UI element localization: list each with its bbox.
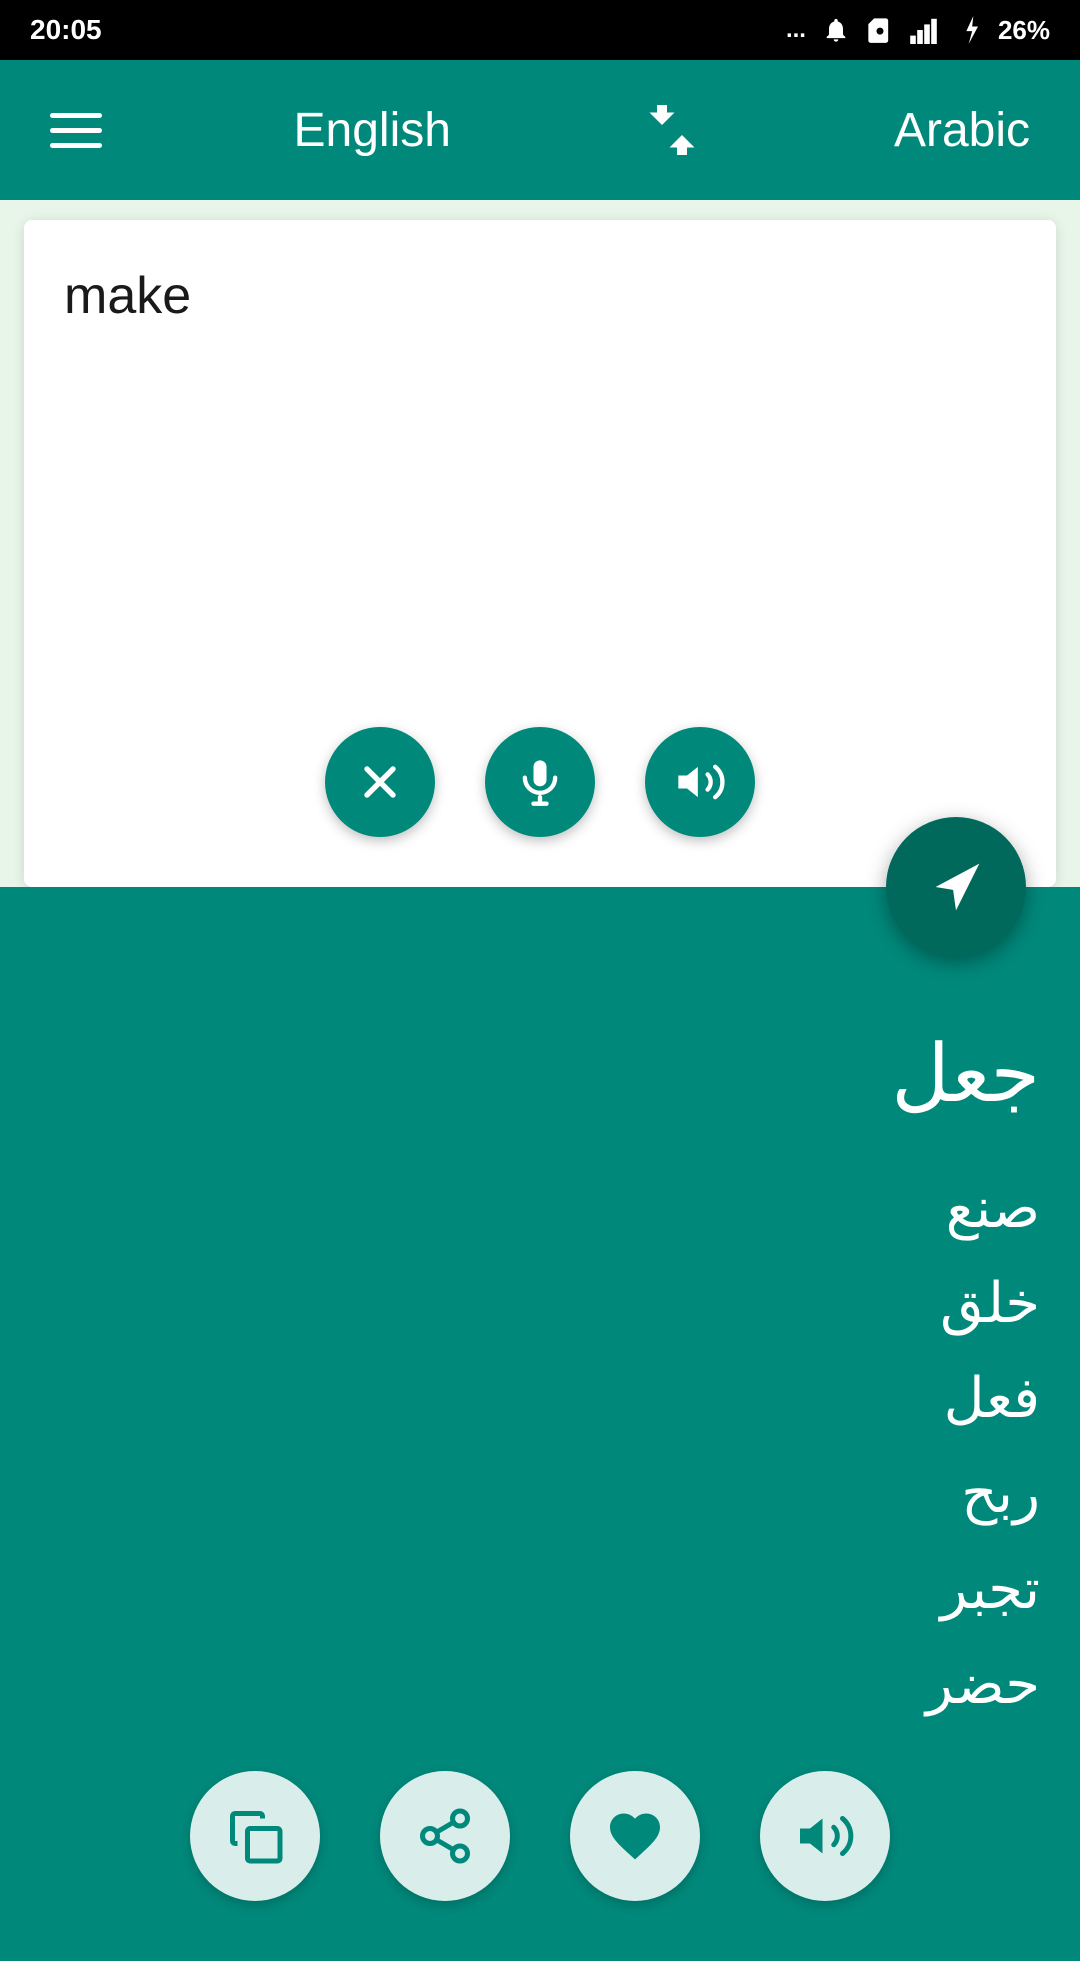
output-section: جعل صنعخلقفعلربحتجبرحضر	[0, 887, 1080, 1961]
microphone-button[interactable]	[485, 727, 595, 837]
output-actions	[40, 1731, 1040, 1961]
toolbar: English Arabic	[0, 60, 1080, 200]
target-language[interactable]: Arabic	[894, 103, 1030, 158]
alternative-translations: صنعخلقفعلربحتجبرحضر	[40, 1160, 1040, 1731]
output-speaker-icon	[795, 1806, 855, 1866]
charging-icon	[960, 16, 982, 44]
swap-languages-button[interactable]	[642, 100, 702, 160]
status-bar: 20:05 ... 26%	[0, 0, 1080, 60]
favorite-button[interactable]	[570, 1771, 700, 1901]
input-card: make	[24, 220, 1056, 887]
clear-button[interactable]	[325, 727, 435, 837]
translated-text: جعل صنعخلقفعلربحتجبرحضر	[40, 947, 1040, 1731]
source-speaker-button[interactable]	[645, 727, 755, 837]
send-icon	[921, 852, 991, 922]
heart-icon	[605, 1806, 665, 1866]
speaker-icon	[674, 756, 726, 808]
copy-icon	[225, 1806, 285, 1866]
clear-icon	[354, 756, 406, 808]
source-language[interactable]: English	[294, 103, 451, 158]
sim-icon	[866, 16, 894, 44]
primary-translation: جعل	[40, 1027, 1040, 1120]
status-icons: ... 26%	[786, 15, 1050, 46]
share-icon	[415, 1806, 475, 1866]
input-section: make	[0, 200, 1080, 887]
output-speaker-button[interactable]	[760, 1771, 890, 1901]
copy-button[interactable]	[190, 1771, 320, 1901]
alarm-icon	[822, 16, 850, 44]
swap-icon	[642, 100, 702, 160]
status-time: 20:05	[30, 14, 102, 46]
share-button[interactable]	[380, 1771, 510, 1901]
microphone-icon	[514, 756, 566, 808]
signal-icon	[910, 16, 944, 44]
menu-button[interactable]	[50, 113, 102, 148]
input-actions	[64, 697, 1016, 867]
source-text-input[interactable]: make	[64, 260, 1016, 697]
content-wrapper: make	[0, 200, 1080, 1961]
translate-button[interactable]	[886, 817, 1026, 957]
